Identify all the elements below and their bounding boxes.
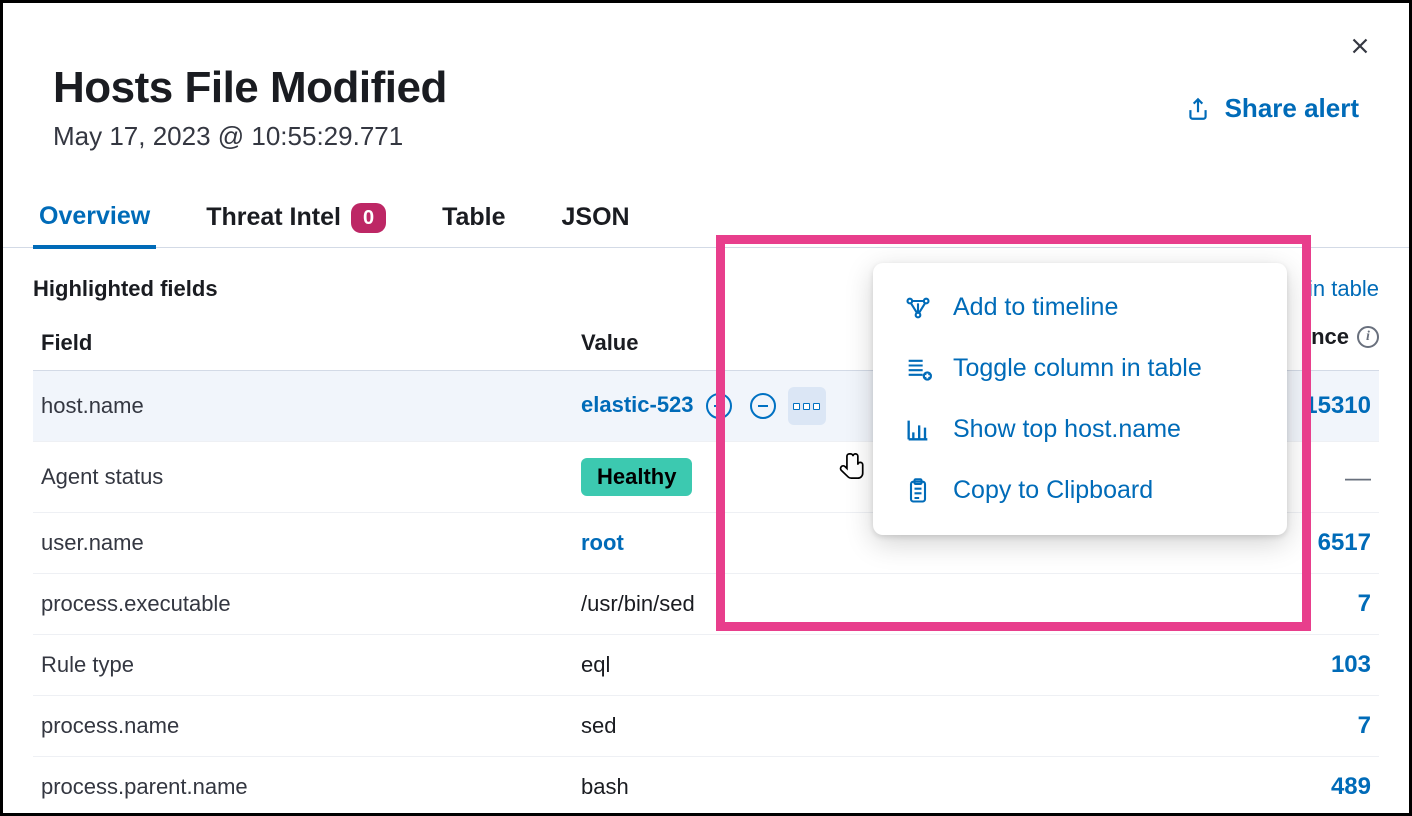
field-name: process.parent.name: [33, 757, 573, 816]
popover-show-top[interactable]: Show top host.name: [873, 399, 1287, 460]
tab-json[interactable]: JSON: [556, 202, 636, 247]
filter-out-button[interactable]: [744, 387, 782, 425]
prevalence-value[interactable]: 489: [1239, 757, 1379, 816]
clipboard-icon: [903, 477, 933, 505]
popover-copy-clipboard[interactable]: Copy to Clipboard: [873, 460, 1287, 521]
bar-chart-icon: [903, 416, 933, 444]
status-badge: Healthy: [581, 458, 692, 496]
popover-add-to-timeline[interactable]: Add to timeline: [873, 277, 1287, 338]
prevalence-value[interactable]: 7: [1239, 696, 1379, 757]
filter-in-button[interactable]: [700, 387, 738, 425]
table-row: process.executable/usr/bin/sed7: [33, 574, 1379, 635]
field-value: /usr/bin/sed: [573, 574, 1239, 635]
field-name: process.name: [33, 696, 573, 757]
tab-overview[interactable]: Overview: [33, 202, 156, 249]
tab-threat-intel[interactable]: Threat Intel 0: [200, 202, 392, 247]
share-icon: [1185, 96, 1211, 122]
page-title: Hosts File Modified: [53, 63, 1359, 113]
alert-timestamp: May 17, 2023 @ 10:55:29.771: [53, 121, 1359, 152]
minus-circle-icon: [750, 393, 776, 419]
field-name: Rule type: [33, 635, 573, 696]
prevalence-value[interactable]: 7: [1239, 574, 1379, 635]
tabs-bar: Overview Threat Intel 0 Table JSON: [3, 162, 1409, 248]
table-row: process.parent.namebash489: [33, 757, 1379, 816]
right-column-header: nce i: [1311, 324, 1379, 350]
field-name: Agent status: [33, 442, 573, 513]
tab-threat-intel-label: Threat Intel: [206, 203, 341, 232]
plus-circle-icon: [706, 393, 732, 419]
popover-toggle-column[interactable]: Toggle column in table: [873, 338, 1287, 399]
right-column-link[interactable]: in table: [1308, 276, 1379, 302]
overflow-icon: [793, 403, 820, 410]
field-name: host.name: [33, 371, 573, 442]
field-value: eql: [573, 635, 1239, 696]
cell-actions-popover: Add to timeline Toggle column in table S…: [873, 263, 1287, 535]
timeline-icon: [903, 294, 933, 322]
toggle-column-icon: [903, 355, 933, 383]
close-icon[interactable]: [1347, 33, 1373, 64]
field-value: bash: [573, 757, 1239, 816]
share-alert-button[interactable]: Share alert: [1185, 93, 1359, 124]
prevalence-value[interactable]: 103: [1239, 635, 1379, 696]
table-row: Rule typeeql103: [33, 635, 1379, 696]
field-name: process.executable: [33, 574, 573, 635]
field-value: sed: [573, 696, 1239, 757]
more-actions-button[interactable]: [788, 387, 826, 425]
table-row: process.namesed7: [33, 696, 1379, 757]
info-icon[interactable]: i: [1357, 326, 1379, 348]
tab-table[interactable]: Table: [436, 202, 511, 247]
threat-intel-badge: 0: [351, 203, 386, 233]
field-name: user.name: [33, 513, 573, 574]
col-field: Field: [33, 320, 573, 371]
share-alert-label: Share alert: [1225, 93, 1359, 124]
